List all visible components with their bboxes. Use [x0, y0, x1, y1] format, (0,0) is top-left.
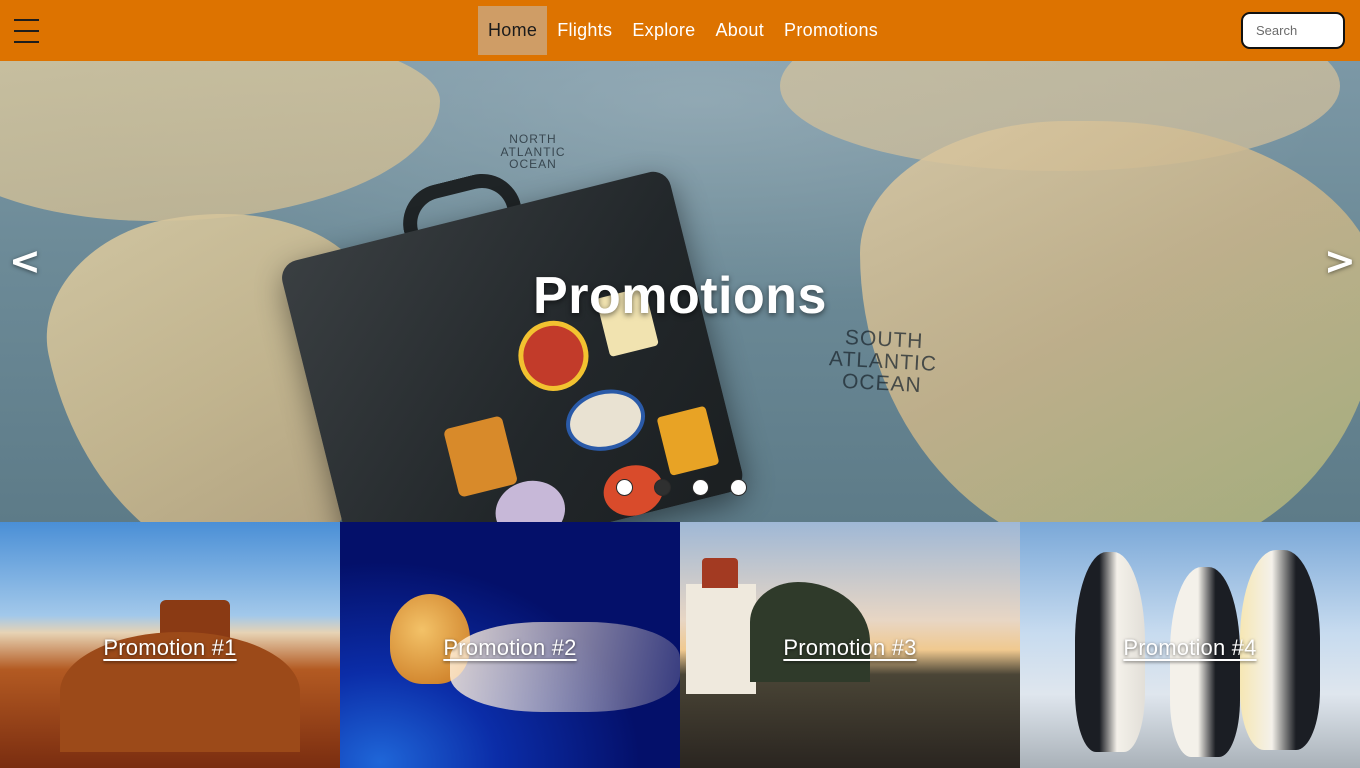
carousel-next-button[interactable]: > [1324, 239, 1356, 283]
hamburger-line [14, 30, 39, 32]
promotion-card-4[interactable]: Promotion #4 [1020, 522, 1360, 768]
promotion-label: Promotion #2 [443, 635, 577, 660]
travel-sticker [656, 405, 720, 477]
nav-link-home[interactable]: Home [478, 6, 548, 55]
carousel-prev-button[interactable]: < [9, 239, 41, 283]
carousel-dot-1[interactable] [616, 479, 633, 496]
travel-sticker [511, 313, 596, 399]
suitcase-body [278, 167, 747, 522]
promotion-grid: Promotion #1 Promotion #2 Promotion #3 P… [0, 522, 1360, 768]
nav-link-flights[interactable]: Flights [547, 6, 622, 55]
south-atlantic-label: SOUTH ATLANTIC OCEAN [828, 325, 938, 398]
promotion-card-2[interactable]: Promotion #2 [340, 522, 680, 768]
hamburger-line [14, 19, 39, 21]
penguin [1170, 567, 1240, 757]
carousel-dot-3[interactable] [692, 479, 709, 496]
hero-title: Promotions [533, 267, 827, 325]
promotion-label: Promotion #1 [103, 635, 237, 660]
promotion-label: Promotion #3 [783, 635, 917, 660]
travel-sticker [443, 415, 519, 498]
lighthouse-lamp [702, 558, 738, 588]
nav-link-promotions[interactable]: Promotions [774, 6, 888, 55]
carousel-dot-4[interactable] [730, 479, 747, 496]
main-nav: Home Flights Explore About Promotions [478, 6, 888, 55]
map-north-america [0, 61, 440, 221]
carousel-dot-2[interactable] [654, 479, 671, 496]
promotion-card-1[interactable]: Promotion #1 [0, 522, 340, 768]
hamburger-menu-icon[interactable] [14, 18, 40, 44]
nav-link-about[interactable]: About [705, 6, 774, 55]
travel-sticker [559, 381, 652, 459]
search-input[interactable] [1241, 12, 1345, 49]
nav-link-explore[interactable]: Explore [622, 6, 705, 55]
top-navbar: Home Flights Explore About Promotions [0, 0, 1360, 61]
promotion-card-3[interactable]: Promotion #3 [680, 522, 1020, 768]
coast-trees [750, 582, 870, 682]
hamburger-line [14, 41, 39, 43]
hero-carousel: NORTH ATLANTIC OCEAN SOUTH ATLANTIC OCEA… [0, 61, 1360, 522]
promotion-label: Promotion #4 [1123, 635, 1257, 660]
carousel-dots [616, 479, 747, 496]
